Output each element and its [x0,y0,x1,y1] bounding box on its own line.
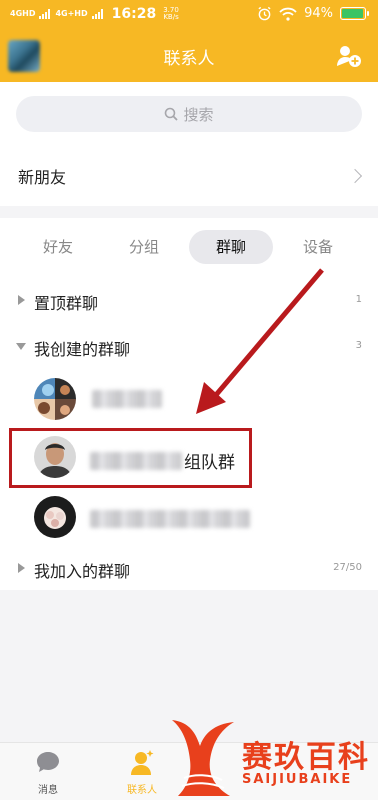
expand-arrow-icon [18,563,25,573]
watermark: 赛玖百科 SAIJIUBAIKE [170,716,378,800]
page-title: 联系人 [163,49,215,69]
battery-icon [340,7,369,20]
annotation-arrow [196,268,324,414]
tab-friends[interactable]: 好友 [38,230,78,264]
status-bar: 4GHD 4G+HD 16:28 3.70 KB/s 94% [0,0,378,30]
signal-label-1: 4GHD [10,9,36,18]
group-label: 我加入的群聊 [34,562,131,581]
clock-time: 16:28 [111,6,157,22]
battery-percent: 94% [304,6,333,21]
list-item[interactable] [0,490,378,546]
nav-contacts[interactable]: 联系人 [112,749,172,796]
wifi-icon [279,7,297,21]
watermark-sub: SAIJIUBAIKE [242,772,353,787]
contacts-icon [131,750,154,775]
search-placeholder: 搜索 [183,105,214,124]
group-label: 我创建的群聊 [34,340,131,359]
nav-label: 联系人 [127,785,157,796]
highlight-box [9,428,252,488]
group-count: 27/50 [333,562,362,573]
search-icon [165,107,179,121]
nav-messages[interactable]: 消息 [18,749,78,796]
group-count: 1 [355,294,362,305]
group-label: 置顶群聊 [34,294,99,313]
signal-icon [39,9,51,19]
message-icon [37,752,59,772]
net-speed-unit: KB/s [163,13,179,21]
expand-arrow-icon [18,295,25,305]
watermark-logo [172,720,234,796]
search-section: 搜索 [0,82,378,146]
new-friends-row[interactable]: 新朋友 [0,146,378,206]
group-joined[interactable]: 我加入的群聊 27/50 [0,552,378,586]
new-friends-label: 新朋友 [18,168,67,187]
collapse-arrow-icon [16,343,26,350]
signal-label-2: 4G+HD [55,9,88,18]
top-bar: 4GHD 4G+HD 16:28 3.70 KB/s 94% 联系人 [0,0,378,82]
tab-group-chats[interactable]: 群聊 [189,230,273,264]
add-contact-icon[interactable] [336,44,362,68]
tab-groups[interactable]: 分组 [124,230,164,264]
alarm-icon [258,6,271,21]
search-input[interactable]: 搜索 [16,96,362,132]
tab-devices[interactable]: 设备 [298,230,338,264]
avatar [34,378,76,420]
chat-name-redacted [92,390,162,408]
net-speed: 3.70 KB/s [163,7,179,21]
tab-bar: 好友 分组 群聊 设备 [0,230,378,266]
watermark-text: 赛玖百科 [242,740,370,775]
chat-name-redacted [90,510,250,528]
nav-label: 消息 [38,785,58,796]
avatar [34,496,76,538]
signal-icon [91,9,104,19]
group-count: 3 [355,340,362,351]
battery-level [342,9,363,18]
chevron-right-icon [347,168,363,184]
